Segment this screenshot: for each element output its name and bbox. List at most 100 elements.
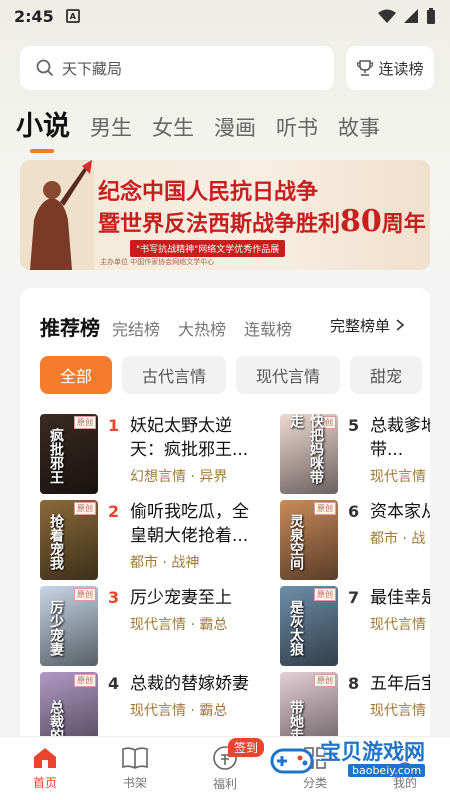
- book-cover[interactable]: 原创 灵泉空间: [280, 500, 338, 580]
- book-rank: 6: [348, 502, 360, 521]
- book-rank: 2: [108, 502, 120, 521]
- status-bar: 2:45 A: [0, 0, 450, 32]
- book-genre: 现代言情: [370, 703, 426, 719]
- book-title[interactable]: 最佳幸是灰太...: [370, 586, 430, 610]
- sim-icon: A: [65, 9, 80, 23]
- wifi-icon: [378, 9, 396, 23]
- book-item[interactable]: 原创是灰太狼 7 最佳幸是灰太... 现代言情: [280, 586, 430, 666]
- chip-modern-romance[interactable]: 现代言情: [236, 356, 341, 394]
- tab-story[interactable]: 故事: [338, 112, 380, 142]
- tab-home-label: 首页: [32, 776, 57, 790]
- category-tabs: 小说 男生 女生 漫画 听书 故事: [16, 104, 400, 153]
- ranking-hot[interactable]: 大热榜: [178, 316, 226, 340]
- search-icon: [36, 59, 54, 77]
- watermark-title: 宝贝游戏网: [320, 740, 425, 764]
- trophy-icon: [357, 60, 374, 76]
- book-genre: 都市 · 战: [370, 531, 426, 547]
- ranking-completed[interactable]: 完结榜: [112, 316, 160, 340]
- search-placeholder: 天下藏局: [62, 59, 123, 78]
- book-item[interactable]: 原创 抢着宠我 2 偷听我吃瓜，全皇朝大佬抢着... 都市 · 战神: [40, 500, 260, 580]
- tab-novel[interactable]: 小说: [16, 104, 70, 153]
- tab-male[interactable]: 男生: [90, 112, 132, 142]
- book-genre: 幻想言情 · 异界: [130, 469, 228, 485]
- book-rank: 3: [108, 588, 120, 607]
- full-ranking-link[interactable]: 完整榜单: [330, 315, 405, 336]
- battery-icon: [427, 8, 435, 24]
- book-genre: 都市 · 战神: [130, 555, 200, 571]
- book-rank: 5: [348, 416, 360, 435]
- chevron-right-icon: [396, 319, 405, 331]
- book-title[interactable]: 厉少宠妻至上: [130, 586, 256, 610]
- tab-bookshelf[interactable]: 书架: [90, 737, 180, 800]
- sign-in-badge[interactable]: 签到: [228, 738, 265, 757]
- book-cover[interactable]: 原创 抢着宠我: [40, 500, 98, 580]
- original-badge: 原创: [314, 674, 336, 687]
- book-title[interactable]: 妖妃太野太逆天：疯批邪王...: [130, 414, 256, 462]
- book-genre: 现代言情: [370, 617, 426, 633]
- book-cover-title: 灵泉空间: [288, 514, 304, 570]
- book-cover[interactable]: 原创 快把妈咪带走: [280, 414, 338, 494]
- full-ranking-label: 完整榜单: [330, 317, 391, 335]
- book-icon: [122, 747, 148, 769]
- book-title[interactable]: 资本家从军，...: [370, 500, 430, 524]
- book-genre: 现代言情 · 霸总: [130, 617, 228, 633]
- chip-ancient-romance[interactable]: 古代言情: [122, 356, 227, 394]
- banner-line2-suffix: 周年: [381, 211, 426, 237]
- banner-title-line1: 纪念中国人民抗日战争: [98, 179, 319, 205]
- book-title[interactable]: 五年后宝带她...: [370, 672, 430, 696]
- chip-all[interactable]: 全部: [40, 356, 113, 394]
- book-info: 厉少宠妻至上现代言情 · 霸总: [130, 586, 256, 666]
- ranking-title[interactable]: 推荐榜: [40, 312, 100, 341]
- original-badge: 原创: [74, 416, 96, 429]
- book-info: 偷听我吃瓜，全皇朝大佬抢着... 都市 · 战神: [130, 500, 256, 580]
- book-cover-title: 疯批邪王: [48, 428, 64, 484]
- original-badge: 原创: [314, 502, 336, 515]
- search-bar[interactable]: 天下藏局: [20, 46, 334, 90]
- book-cover[interactable]: 原创 是灰太狼: [280, 586, 338, 666]
- book-genre: 现代言情: [370, 469, 426, 485]
- book-title[interactable]: 偷听我吃瓜，全皇朝大佬抢着...: [130, 500, 256, 548]
- soldier-figure-illustration: [20, 160, 94, 270]
- site-watermark: 宝贝游戏网 baobeiy.com: [268, 736, 438, 786]
- gamepad-icon: [270, 748, 314, 774]
- book-item[interactable]: 原创快把妈咪带走 5 总裁爹地妈咪带... 现代言情: [280, 414, 430, 494]
- original-badge: 原创: [74, 588, 96, 601]
- book-cover[interactable]: 原创 疯批邪王: [40, 414, 98, 494]
- ranking-serial[interactable]: 连载榜: [244, 316, 292, 340]
- ranking-header: 推荐榜 完结榜 大热榜 连载榜 完整榜单: [40, 312, 405, 341]
- tab-home[interactable]: 首页: [0, 737, 90, 800]
- status-icons: [378, 8, 436, 24]
- tab-comic[interactable]: 漫画: [214, 112, 256, 142]
- banner-anniversary-number: 80: [340, 204, 382, 239]
- promo-banner[interactable]: 纪念中国人民抗日战争 暨世界反法西斯战争胜利80周年 "书写抗战精神"网络文学优…: [20, 160, 430, 270]
- book-genre: 现代言情 · 霸总: [130, 703, 228, 719]
- tab-audiobook[interactable]: 听书: [276, 112, 318, 142]
- book-info: 资本家从军，... 都市 · 战: [370, 500, 430, 580]
- signal-icon: [404, 9, 418, 23]
- tab-bookshelf-label: 书架: [122, 776, 147, 790]
- book-title[interactable]: 总裁爹地妈咪带...: [370, 414, 430, 462]
- status-time: 2:45: [14, 6, 54, 26]
- book-cover-title: 厉少宠妻: [48, 600, 64, 656]
- book-info: 最佳幸是灰太... 现代言情: [370, 586, 430, 666]
- original-badge: 原创: [314, 588, 336, 601]
- book-item[interactable]: 原创灵泉空间 6 资本家从军，... 都市 · 战: [280, 500, 430, 580]
- book-item[interactable]: 原创 厉少宠妻 3 厉少宠妻至上现代言情 · 霸总: [40, 586, 260, 666]
- rank-button-label: 连读榜: [378, 59, 424, 78]
- tab-female[interactable]: 女生: [152, 112, 194, 142]
- chip-sweet[interactable]: 甜宠: [350, 356, 423, 394]
- book-info: 总裁爹地妈咪带... 现代言情: [370, 414, 430, 494]
- tab-benefits-label: 福利: [212, 777, 237, 791]
- book-rank: 7: [348, 588, 360, 607]
- banner-line2-text: 暨世界反法西斯战争胜利: [98, 211, 341, 237]
- book-cover-title: 快把妈咪带走: [288, 414, 324, 484]
- watermark-url: baobeiy.com: [348, 764, 426, 777]
- book-rank: 1: [108, 416, 120, 435]
- book-title[interactable]: 总裁的替嫁娇妻: [130, 672, 256, 696]
- continuous-read-rank-button[interactable]: 连读榜: [346, 46, 434, 90]
- book-cover[interactable]: 原创 厉少宠妻: [40, 586, 98, 666]
- home-icon: [34, 748, 56, 768]
- book-info: 妖妃太野太逆天：疯批邪王... 幻想言情 · 异界: [130, 414, 256, 494]
- banner-tag: "书写抗战精神"网络文学优秀作品展: [130, 240, 286, 257]
- book-item[interactable]: 原创 疯批邪王 1 妖妃太野太逆天：疯批邪王... 幻想言情 · 异界: [40, 414, 260, 494]
